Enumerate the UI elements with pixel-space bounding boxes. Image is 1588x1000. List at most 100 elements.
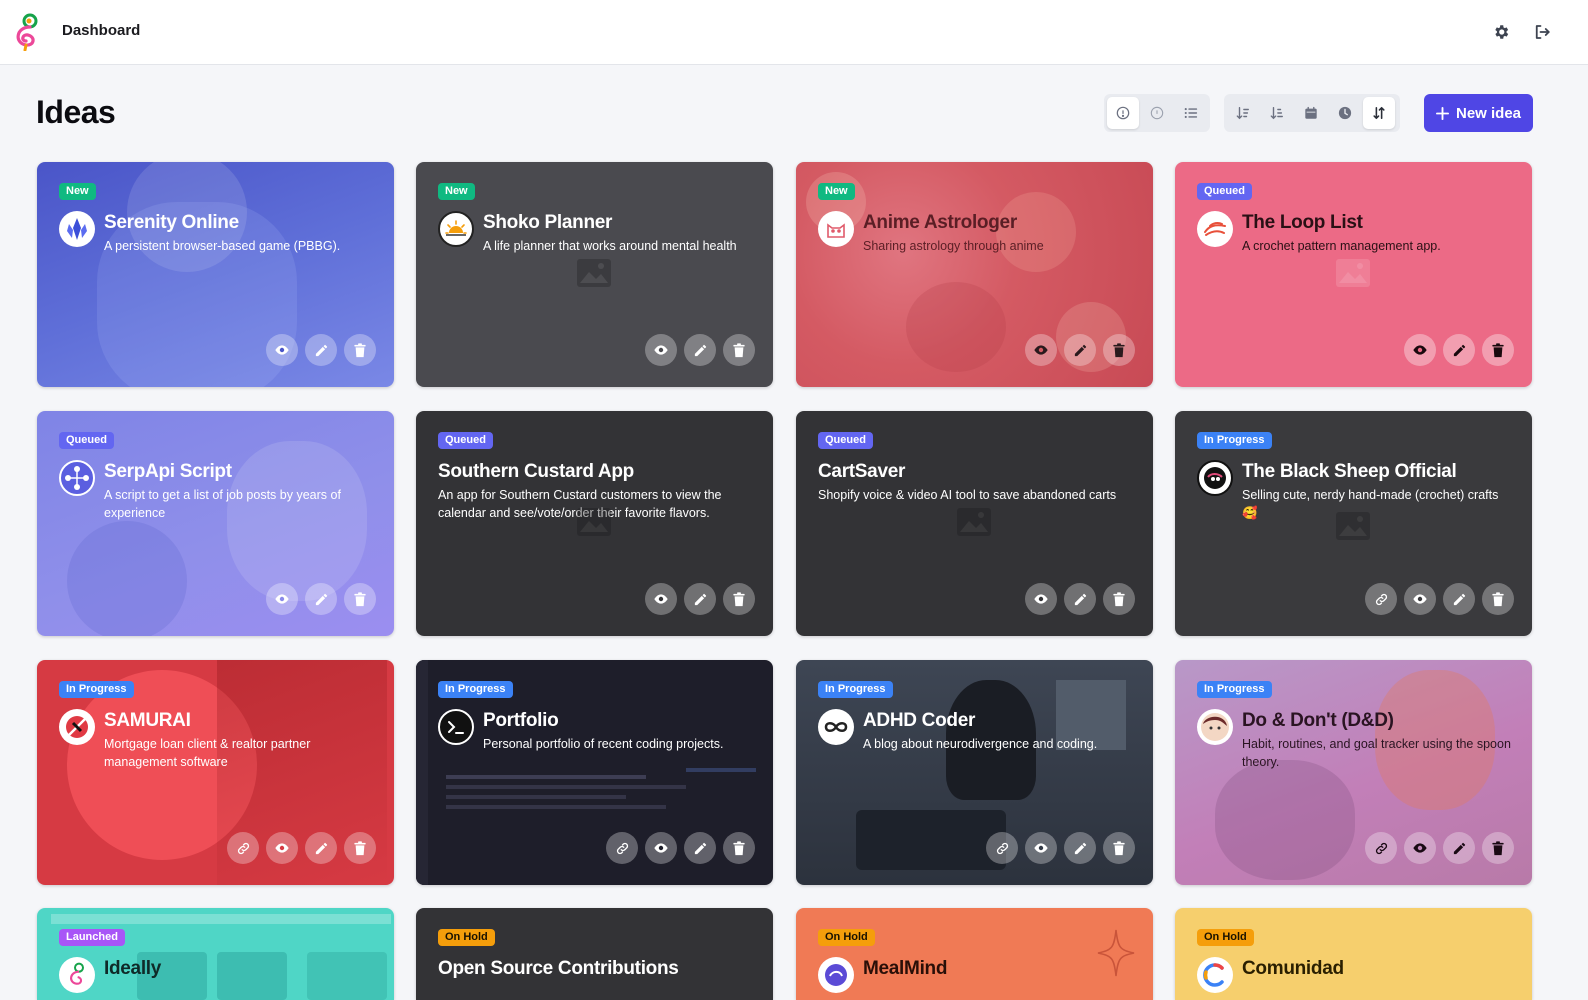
view-eye-icon[interactable] [645, 832, 677, 864]
link-icon[interactable] [227, 832, 259, 864]
delete-trash-icon[interactable] [1103, 832, 1135, 864]
idea-title: Shoko Planner [483, 212, 613, 233]
delete-trash-icon[interactable] [1482, 832, 1514, 864]
idea-card[interactable]: New Anime Astrologer Sharing astrology th… [796, 162, 1153, 387]
view-eye-icon[interactable] [1025, 334, 1057, 366]
edit-pencil-icon[interactable] [1064, 583, 1096, 615]
idea-card[interactable]: In Progress SAMURAI Mortgage loan client … [37, 660, 394, 885]
delete-trash-icon[interactable] [1103, 334, 1135, 366]
idea-title: SAMURAI [104, 710, 191, 731]
status-badge: New [438, 183, 475, 200]
edit-pencil-icon[interactable] [684, 583, 716, 615]
status-badge: In Progress [1197, 681, 1272, 698]
delete-trash-icon[interactable] [723, 334, 755, 366]
view-eye-icon[interactable] [1404, 832, 1436, 864]
idea-description: Mortgage loan client & realtor partner m… [104, 737, 311, 769]
idea-description: Habit, routines, and goal tracker using … [1242, 737, 1511, 769]
plus-icon [1435, 106, 1449, 120]
idea-card[interactable]: On Hold Comunidad [1175, 908, 1532, 1000]
status-badge: Queued [818, 432, 873, 449]
top-bar: Dashboard [0, 0, 1588, 65]
delete-trash-icon[interactable] [723, 583, 755, 615]
status-badge: Queued [1197, 183, 1252, 200]
idea-card[interactable]: In Progress ADHD Coder A blog about neuro… [796, 660, 1153, 885]
edit-pencil-icon[interactable] [684, 334, 716, 366]
edit-pencil-icon[interactable] [1064, 832, 1096, 864]
view-eye-icon[interactable] [1404, 583, 1436, 615]
view-eye-icon[interactable] [645, 334, 677, 366]
idea-card[interactable]: In Progress The Black Sheep Official Sell… [1175, 411, 1532, 636]
edit-pencil-icon[interactable] [305, 334, 337, 366]
view-detailed-info-icon[interactable] [1107, 97, 1139, 129]
delete-trash-icon[interactable] [1482, 583, 1514, 615]
logout-icon[interactable] [1530, 20, 1554, 44]
idea-card[interactable]: New Serenity Online A persistent browser-… [37, 162, 394, 387]
edit-pencil-icon[interactable] [1443, 334, 1475, 366]
delete-trash-icon[interactable] [1103, 583, 1135, 615]
idea-title: Anime Astrologer [863, 212, 1017, 233]
idea-card[interactable]: Queued CartSaver Shopify voice & video AI… [796, 411, 1153, 636]
network-icon [59, 460, 95, 496]
idea-card[interactable]: New Shoko Planner A life planner that wor… [416, 162, 773, 387]
status-badge: New [818, 183, 855, 200]
view-eye-icon[interactable] [266, 334, 298, 366]
delete-trash-icon[interactable] [344, 583, 376, 615]
status-badge: New [59, 183, 96, 200]
status-badge: In Progress [818, 681, 893, 698]
sort-by-date-calendar-icon[interactable] [1295, 97, 1327, 129]
idea-card[interactable]: In Progress Portfolio Personal portfolio … [416, 660, 773, 885]
edit-pencil-icon[interactable] [1443, 832, 1475, 864]
status-badge: Queued [59, 432, 114, 449]
idea-title: MealMind [863, 958, 948, 979]
delete-trash-icon[interactable] [344, 334, 376, 366]
idea-card[interactable]: Queued Southern Custard App An app for So… [416, 411, 773, 636]
sort-by-time-clock-icon[interactable] [1329, 97, 1361, 129]
idea-card[interactable]: On Hold Open Source Contributions [416, 908, 773, 1000]
sort-descending-icon[interactable] [1261, 97, 1293, 129]
samurai-icon [59, 709, 95, 745]
edit-pencil-icon[interactable] [1443, 583, 1475, 615]
sort-order-arrows-icon[interactable] [1363, 97, 1395, 129]
view-eye-icon[interactable] [1025, 832, 1057, 864]
view-toggle-group [1104, 94, 1210, 132]
edit-pencil-icon[interactable] [1064, 334, 1096, 366]
idea-card[interactable]: On Hold MealMind [796, 908, 1153, 1000]
link-icon[interactable] [986, 832, 1018, 864]
idea-card[interactable]: Queued The Loop List A crochet pattern ma… [1175, 162, 1532, 387]
edit-pencil-icon[interactable] [305, 583, 337, 615]
new-idea-button[interactable]: New idea [1424, 94, 1533, 132]
idea-card[interactable]: Launched Ideally [37, 908, 394, 1000]
view-compact-info-icon[interactable] [1141, 97, 1173, 129]
idea-description: A persistent browser-based game (PBBG). [104, 239, 341, 253]
idea-description: Sharing astrology through anime [863, 239, 1044, 253]
sort-ascending-icon[interactable] [1227, 97, 1259, 129]
app-title[interactable]: Dashboard [62, 22, 140, 39]
link-icon[interactable] [1365, 832, 1397, 864]
yarn-icon [1197, 211, 1233, 247]
idea-card[interactable]: In Progress Do & Don't (D&D) Habit, routi… [1175, 660, 1532, 885]
page-title: Ideas [36, 94, 116, 130]
view-eye-icon[interactable] [1404, 334, 1436, 366]
new-idea-label: New idea [1455, 104, 1522, 122]
idea-title: CartSaver [818, 461, 906, 482]
view-eye-icon[interactable] [1025, 583, 1057, 615]
status-badge: Queued [438, 432, 493, 449]
delete-trash-icon[interactable] [344, 832, 376, 864]
idea-card[interactable]: Queued SerpApi Script A script to get a l… [37, 411, 394, 636]
settings-gear-icon[interactable] [1489, 20, 1513, 44]
sort-toggle-group [1224, 94, 1400, 132]
image-placeholder-icon [1335, 258, 1371, 293]
view-list-icon[interactable] [1175, 97, 1207, 129]
infinity-icon [818, 709, 854, 745]
delete-trash-icon[interactable] [1482, 334, 1514, 366]
edit-pencil-icon[interactable] [684, 832, 716, 864]
edit-pencil-icon[interactable] [305, 832, 337, 864]
link-icon[interactable] [606, 832, 638, 864]
delete-trash-icon[interactable] [723, 832, 755, 864]
link-icon[interactable] [1365, 583, 1397, 615]
view-eye-icon[interactable] [645, 583, 677, 615]
view-eye-icon[interactable] [266, 583, 298, 615]
sheep-icon [1197, 460, 1233, 496]
view-eye-icon[interactable] [266, 832, 298, 864]
app-logo-icon[interactable] [12, 13, 42, 52]
